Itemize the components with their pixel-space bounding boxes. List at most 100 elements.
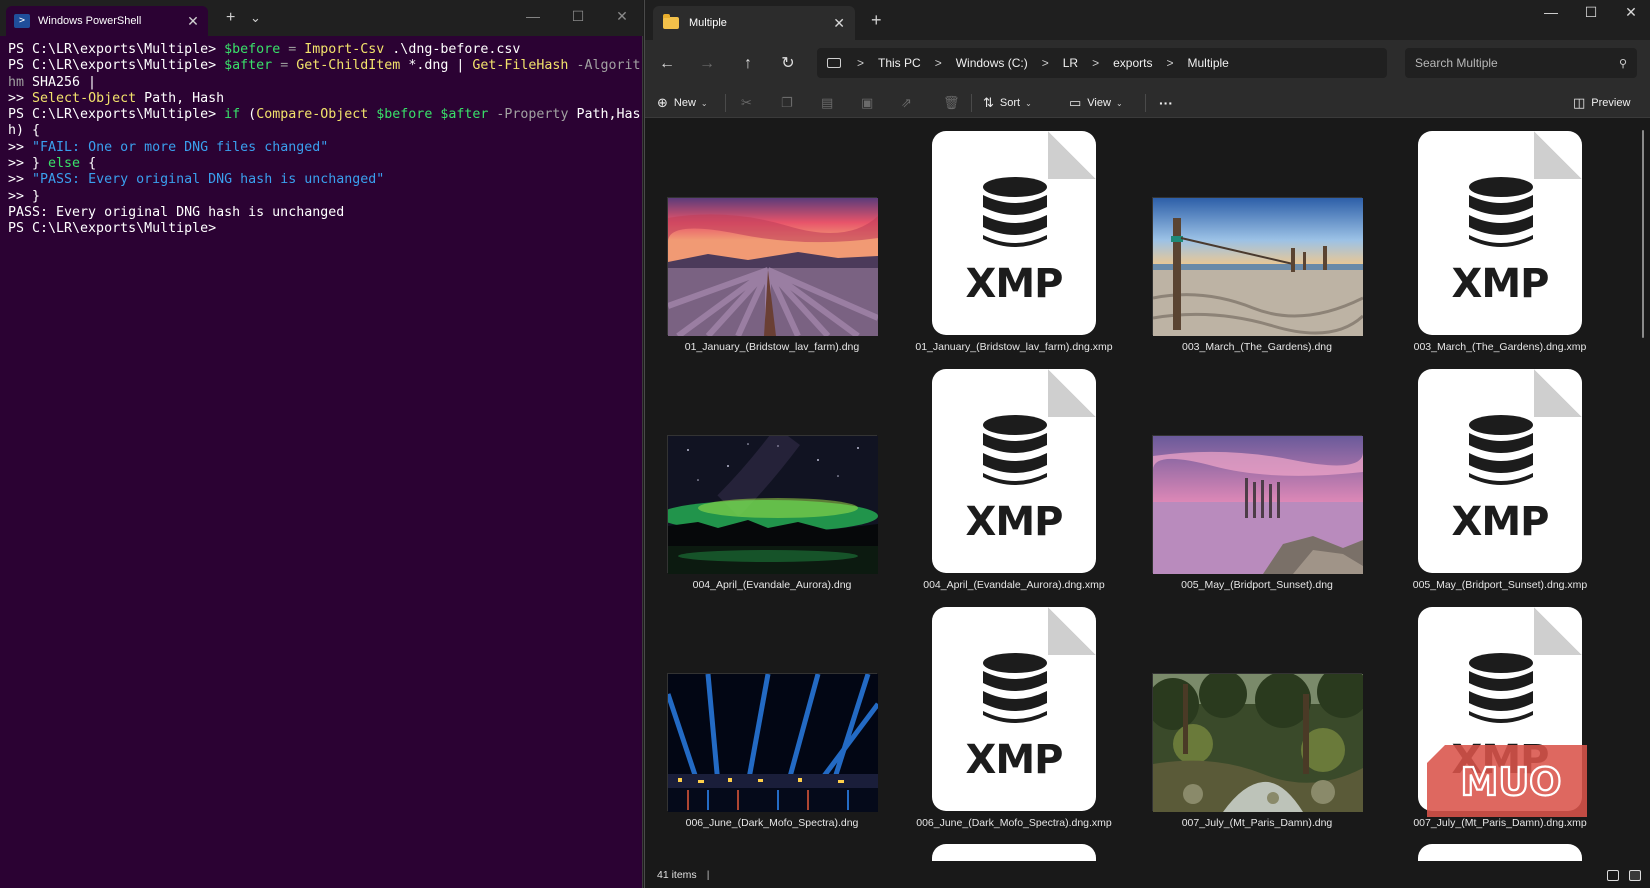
file-name: 006_June_(Dark_Mofo_Spectra).dng.xmp <box>916 817 1112 829</box>
close-tab-icon[interactable]: ✕ <box>186 13 200 30</box>
minimize-button[interactable]: — <box>518 8 548 24</box>
terminal-line: >> } <box>8 189 636 205</box>
new-tab-button[interactable]: + <box>871 10 882 31</box>
page-fold <box>1048 131 1096 179</box>
new-tab-button[interactable]: + <box>226 8 235 28</box>
terminal-line: h) { <box>8 123 636 139</box>
terminal-token: >> <box>8 139 33 155</box>
search-box[interactable]: Search Multiple ⚲ <box>1405 48 1637 78</box>
xmp-file-icon: XMP <box>1418 369 1582 573</box>
terminal-token: Select-Object <box>32 90 137 106</box>
breadcrumb-windows-c[interactable]: Windows (C:) <box>956 56 1028 70</box>
terminal-token: = <box>272 58 297 74</box>
more-options-button[interactable]: ··· <box>1159 92 1173 114</box>
terminal-token: *.dng | <box>400 58 473 74</box>
share-icon[interactable]: ⇗ <box>901 92 912 114</box>
terminal-token: PS C:\LR\exports\Multiple> <box>8 221 217 237</box>
dng-file-tile[interactable]: 007_July_(Mt_Paris_Damn).dng <box>1147 595 1369 829</box>
toolbar-divider <box>971 94 972 112</box>
maximize-button[interactable]: ☐ <box>1571 4 1611 21</box>
breadcrumb-lr[interactable]: LR <box>1063 56 1078 70</box>
sort-icon: ⇅ <box>983 95 994 110</box>
file-name: 004_April_(Evandale_Aurora).dng.xmp <box>923 579 1105 591</box>
photo-thumbnail <box>665 673 880 812</box>
xmp-file-tile[interactable]: XMP 003_March_(The_Gardens).dng.xmp <box>1395 119 1605 353</box>
breadcrumb-separator: > <box>857 56 865 70</box>
explorer-titlebar: Multiple ✕ + — ☐ ✕ <box>645 0 1650 40</box>
rename-icon[interactable]: ▣ <box>861 92 873 114</box>
computer-icon <box>827 58 841 68</box>
dng-file-tile[interactable]: 005_May_(Bridport_Sunset).dng <box>1152 357 1363 591</box>
xmp-file-icon: XMP <box>932 131 1096 335</box>
close-window-button[interactable]: ✕ <box>607 8 637 25</box>
xmp-file-icon-partial <box>1418 844 1582 861</box>
xmp-label: XMP <box>965 499 1064 545</box>
paste-icon[interactable]: ▤ <box>821 92 833 114</box>
muo-watermark: MUO <box>1427 745 1587 817</box>
refresh-button[interactable]: ↻ <box>776 52 800 76</box>
terminal-token: = <box>280 42 305 57</box>
close-window-button[interactable]: ✕ <box>1611 4 1650 21</box>
terminal-token: SHA256 | <box>24 74 97 90</box>
terminal-token: hm <box>8 74 25 90</box>
breadcrumb-multiple[interactable]: Multiple <box>1187 56 1228 70</box>
breadcrumb-this-pc[interactable]: This PC <box>878 56 921 70</box>
new-button[interactable]: ⊕ New ⌄ <box>657 92 708 114</box>
maximize-button[interactable]: ☐ <box>563 8 593 25</box>
breadcrumb-separator: > <box>1092 56 1100 70</box>
close-tab-icon[interactable]: ✕ <box>833 15 845 32</box>
preview-button[interactable]: ◫ Preview <box>1573 92 1630 114</box>
toolbar-divider <box>725 94 726 112</box>
dng-file-tile[interactable]: 004_April_(Evandale_Aurora).dng <box>658 357 878 591</box>
xmp-file-icon-partial <box>932 844 1096 861</box>
up-button[interactable]: ↑ <box>736 52 760 76</box>
xmp-file-tile[interactable]: XMP 006_June_(Dark_Mofo_Spectra).dng.xmp <box>909 595 1119 829</box>
terminal-token: Import-Csv <box>304 42 385 57</box>
terminal-token: >> <box>8 172 33 188</box>
page-fold <box>1048 607 1096 655</box>
xmp-label: XMP <box>965 737 1064 783</box>
view-button[interactable]: ▭ View ⌄ <box>1069 92 1123 114</box>
terminal-token: h) { <box>8 123 41 139</box>
explorer-tab-title: Multiple <box>689 17 727 29</box>
photo-thumbnail <box>1152 435 1363 574</box>
xmp-label: XMP <box>1451 261 1550 307</box>
xmp-file-tile[interactable]: XMP 01_January_(Bridstow_lav_farm).dng.xm… <box>909 119 1119 353</box>
file-name: 003_March_(The_Gardens).dng <box>1181 341 1332 353</box>
view-label: View <box>1087 97 1111 109</box>
new-label: New <box>673 97 696 109</box>
breadcrumb-exports[interactable]: exports <box>1113 56 1152 70</box>
terminal-token: >> <box>8 90 33 106</box>
terminal-token: { <box>80 156 97 172</box>
powershell-tab[interactable]: > Windows PowerShell ✕ <box>6 6 208 36</box>
dng-file-tile[interactable]: 006_June_(Dark_Mofo_Spectra).dng <box>665 595 880 829</box>
terminal-token: -Property <box>488 107 569 123</box>
tiles-view-icon[interactable] <box>1629 870 1641 881</box>
terminal-output[interactable]: PS C:\LR\exports\Multiple> $before = Imp… <box>8 42 641 238</box>
terminal-token: $after <box>224 58 273 74</box>
delete-icon[interactable]: 🗑 <box>943 92 960 114</box>
forward-button[interactable]: → <box>695 52 719 76</box>
folder-icon <box>663 14 679 29</box>
cut-icon[interactable]: ✂ <box>741 92 752 114</box>
status-bar: 41 items | <box>645 861 1650 888</box>
minimize-button[interactable]: — <box>1531 4 1571 20</box>
dng-file-tile[interactable]: 003_March_(The_Gardens).dng <box>1152 119 1365 353</box>
vertical-scrollbar[interactable] <box>1642 130 1644 338</box>
details-view-icon[interactable] <box>1607 870 1619 881</box>
explorer-tab[interactable]: Multiple ✕ <box>653 6 855 40</box>
xmp-file-tile[interactable]: XMP 005_May_(Bridport_Sunset).dng.xmp <box>1395 357 1605 591</box>
terminal-token: if <box>224 107 241 123</box>
xmp-file-tile[interactable]: XMP 004_April_(Evandale_Aurora).dng.xmp <box>909 357 1119 591</box>
terminal-token: $before <box>224 42 281 57</box>
tab-dropdown-button[interactable]: ⌄ <box>250 8 261 28</box>
address-bar[interactable]: > This PC > Windows (C:) > LR > exports … <box>817 48 1387 78</box>
sort-label: Sort <box>999 97 1021 109</box>
back-button[interactable]: ← <box>655 52 679 76</box>
plus-circle-icon: ⊕ <box>657 95 668 110</box>
dng-file-tile[interactable]: 01_January_(Bridstow_lav_farm).dng <box>666 119 880 353</box>
sort-button[interactable]: ⇅ Sort ⌄ <box>983 92 1032 114</box>
terminal-line: >> "PASS: Every original DNG hash is unc… <box>8 172 636 188</box>
copy-icon[interactable]: ❐ <box>781 92 793 114</box>
terminal-token: .\dng-before.csv <box>384 42 521 57</box>
